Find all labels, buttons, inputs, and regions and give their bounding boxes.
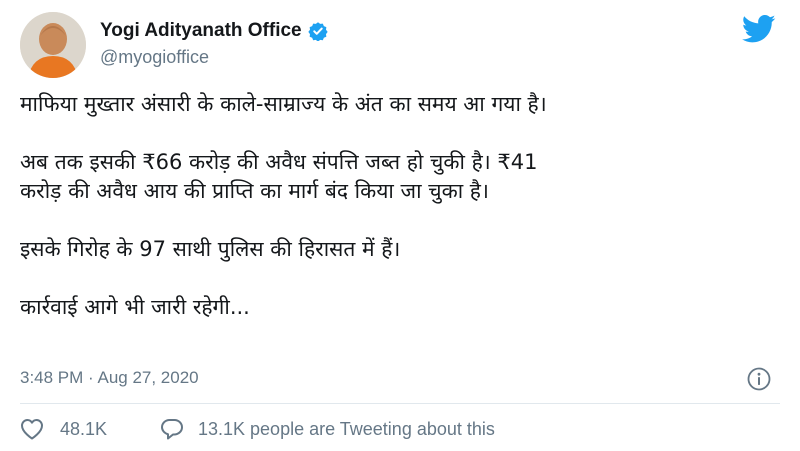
tweeting-about-text: 13.1K people are Tweeting about this bbox=[198, 418, 495, 439]
twitter-bird-icon[interactable] bbox=[742, 14, 776, 44]
tweet-header: Yogi Adityanath Office @myogioffice bbox=[20, 10, 780, 80]
like-button[interactable]: 48.1K bbox=[20, 418, 107, 440]
tweet-paragraph: इसके गिरोह के 97 साथी पुलिस की हिरासत मे… bbox=[20, 237, 401, 261]
tweet-card: Yogi Adityanath Office @myogioffice माफि… bbox=[0, 0, 800, 451]
tweet-paragraph: कार्रवाई आगे भी जारी रहेगी... bbox=[20, 295, 250, 319]
speech-bubble-icon bbox=[161, 419, 183, 440]
tweeting-about-link[interactable]: 13.1K people are Tweeting about this bbox=[160, 418, 495, 440]
verified-badge-icon bbox=[307, 22, 328, 41]
info-icon[interactable] bbox=[746, 366, 772, 392]
tweet-paragraph: माफिया मुख्तार अंसारी के काले-साम्राज्य … bbox=[20, 92, 547, 116]
name-row: Yogi Adityanath Office bbox=[100, 20, 328, 42]
like-count: 48.1K bbox=[60, 418, 108, 439]
tweet-text: माफिया मुख्तार अंसारी के काले-साम्राज्य … bbox=[20, 90, 780, 322]
tweet-actions: 48.1K 13.1K people are Tweeting about th… bbox=[20, 415, 780, 445]
divider bbox=[20, 403, 780, 404]
tweet-meta: 3:48 PM · Aug 27, 2020 bbox=[20, 366, 780, 392]
display-name[interactable]: Yogi Adityanath Office bbox=[100, 20, 302, 42]
timestamp[interactable]: 3:48 PM · Aug 27, 2020 bbox=[20, 368, 199, 388]
tweet-paragraph: अब तक इसकी ₹66 करोड़ की अवैध संपत्ति जब्… bbox=[20, 150, 538, 203]
avatar[interactable] bbox=[20, 12, 86, 78]
user-handle[interactable]: @myogioffice bbox=[100, 47, 209, 68]
avatar-image bbox=[20, 12, 86, 78]
heart-icon bbox=[21, 419, 43, 440]
